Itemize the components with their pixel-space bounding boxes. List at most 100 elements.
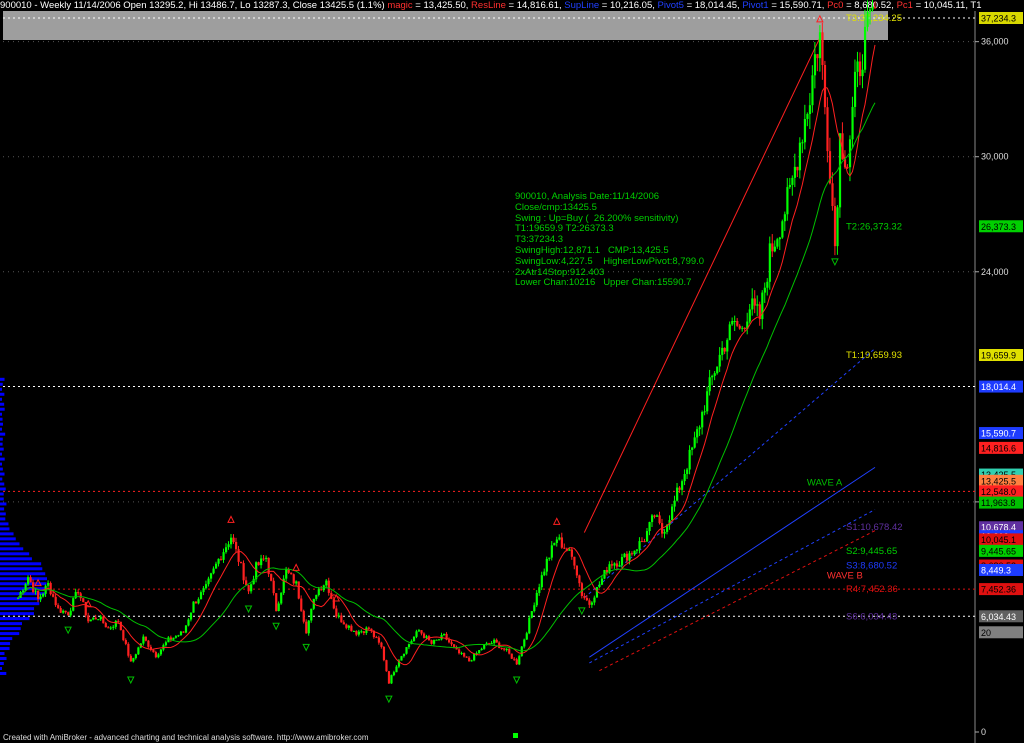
candle-body-252	[648, 522, 651, 532]
candle-body-263	[676, 487, 679, 501]
candle-body-167	[435, 639, 438, 641]
candle-body-35	[104, 623, 107, 628]
volume-profile-bar-13	[0, 607, 35, 611]
candle-body-274	[703, 411, 706, 413]
candle-body-284	[728, 324, 731, 341]
candle-body-81	[219, 558, 223, 560]
candle-body-247	[635, 549, 639, 551]
candle-body-78	[212, 568, 215, 574]
candle-body-283	[726, 340, 729, 352]
candle-body-299	[766, 281, 769, 288]
candle-body-133	[350, 625, 353, 632]
candle-body-4	[27, 577, 30, 585]
price-label-4: 15,590.7	[981, 429, 1016, 439]
candle-body-193	[500, 648, 503, 650]
candle-body-68	[187, 619, 190, 626]
candle-body-114	[302, 610, 305, 622]
candle-body-255	[655, 515, 659, 517]
candle-body-280	[718, 354, 721, 367]
candle-body-103	[275, 593, 278, 612]
candle-body-43	[124, 640, 127, 644]
volume-profile-bar-31	[0, 517, 6, 521]
candle-body-30	[92, 617, 95, 620]
volume-profile-bar-44	[0, 452, 2, 456]
candle-body-224	[578, 575, 581, 584]
candle-body-10	[42, 593, 45, 597]
level-label-R4: R4:7,452.36	[846, 584, 898, 595]
candle-body-47	[134, 654, 137, 659]
candle-body-165	[430, 640, 433, 644]
candle-body-336	[858, 61, 862, 77]
candle-body-65	[179, 631, 183, 636]
volume-profile-bar-41	[0, 467, 3, 471]
candle-body-249	[640, 541, 644, 543]
price-label-0: 37,234.3	[981, 14, 1016, 24]
candle-body-110	[292, 574, 295, 584]
volume-profile-bar-47	[0, 437, 3, 441]
candle-body-210	[543, 571, 546, 576]
candle-body-294	[753, 298, 756, 306]
candle-body-217	[560, 537, 563, 548]
candle-body-113	[300, 598, 303, 611]
volume-profile-bar-49	[0, 427, 2, 431]
candle-body-272	[698, 427, 701, 430]
price-label-2: 19,659.9	[981, 351, 1016, 361]
candle-body-288	[738, 325, 741, 329]
candle-body-105	[280, 593, 283, 604]
candle-body-264	[678, 487, 681, 490]
candle-body-36	[107, 627, 110, 629]
candle-body-29	[89, 619, 92, 622]
swing-high-marker-14	[816, 14, 824, 23]
candle-body-72	[197, 599, 200, 604]
candle-body-145	[380, 642, 383, 647]
candle-body-101	[270, 574, 273, 581]
candle-body-64	[177, 635, 180, 637]
candle-body-129	[340, 615, 343, 623]
support-dashed-line	[599, 530, 876, 672]
candle-body-115	[305, 621, 308, 634]
candle-body-230	[593, 597, 596, 603]
candle-body-146	[382, 646, 386, 661]
candle-body-46	[132, 658, 135, 662]
volume-profile-bar-34	[0, 502, 7, 506]
candle-body-99	[265, 557, 268, 559]
candle-body-298	[763, 287, 766, 293]
candle-body-162	[422, 633, 426, 638]
candle-body-12	[47, 582, 50, 586]
candle-body-70	[192, 601, 195, 613]
candle-body-213	[550, 545, 553, 558]
candle-body-205	[530, 611, 533, 618]
candle-body-48	[137, 647, 140, 655]
candle-body-338	[863, 26, 867, 70]
candle-body-215	[555, 539, 558, 543]
volume-profile-bar-25	[0, 547, 24, 551]
volume-profile-bar-59	[0, 377, 5, 381]
candle-body-326	[833, 206, 837, 247]
price-chart[interactable]: 36,00030,00024,00012,0000T3:37,234.25T2:…	[0, 0, 1024, 743]
candle-body-266	[683, 474, 686, 482]
candle-body-267	[686, 469, 689, 475]
candle-body-83	[224, 547, 228, 553]
candle-body-0	[17, 597, 20, 599]
candle-body-62	[172, 637, 175, 640]
price-label-18: 20	[981, 628, 991, 638]
candle-body-18	[62, 610, 65, 613]
candle-body-44	[127, 643, 130, 656]
volume-profile-bar-27	[0, 537, 16, 541]
candle-body-63	[174, 636, 178, 638]
volume-profile-bar-45	[0, 447, 4, 451]
candle-body-189	[490, 643, 493, 645]
wave-label-0: WAVE A	[807, 478, 843, 489]
candle-body-258	[663, 531, 666, 534]
volume-profile-bar-19	[0, 577, 48, 581]
candle-body-186	[483, 644, 486, 649]
candle-body-199	[515, 659, 518, 665]
candle-body-308	[788, 184, 792, 188]
price-label-13: 9,445.65	[981, 546, 1016, 556]
candle-body-166	[432, 640, 436, 644]
candle-body-88	[237, 549, 240, 562]
candle-body-176	[458, 649, 461, 654]
candle-body-21	[69, 610, 72, 616]
candle-body-143	[375, 637, 378, 639]
candle-body-15	[54, 596, 57, 606]
